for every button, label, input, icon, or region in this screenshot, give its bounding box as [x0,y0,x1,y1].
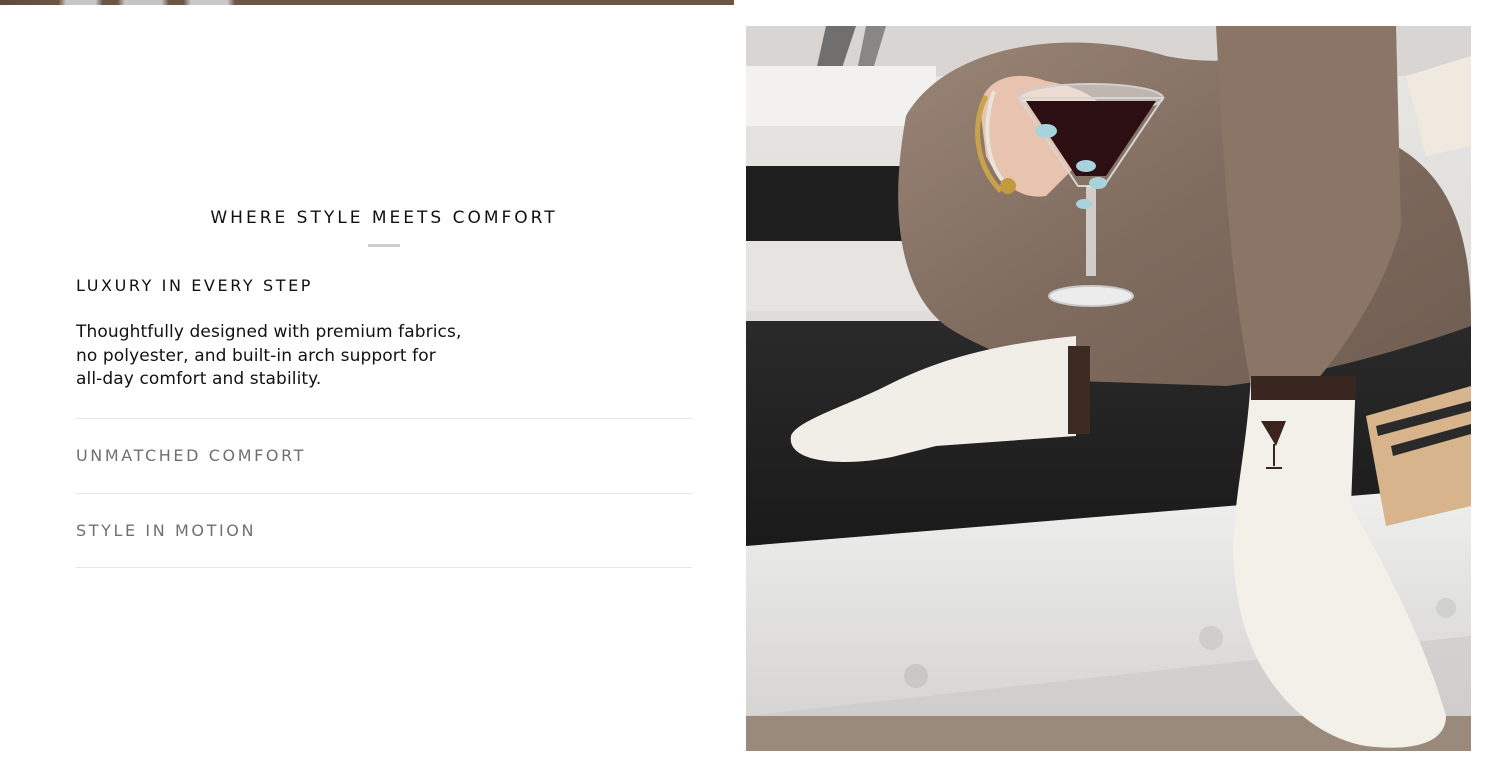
accordion-header-motion[interactable]: STYLE IN MOTION [76,521,692,540]
accordion-body-luxury: Thoughtfully designed with premium fabri… [76,322,462,389]
accordion-header-luxury[interactable]: LUXURY IN EVERY STEP [76,276,692,295]
section-title: WHERE STYLE MEETS COMFORT [210,208,558,228]
accordion-item-luxury: LUXURY IN EVERY STEP Thoughtfully design… [76,276,692,392]
accordion-header-comfort[interactable]: UNMATCHED COMFORT [76,446,692,465]
accordion-divider [76,493,692,494]
accordion-item-comfort: UNMATCHED COMFORT [76,446,692,465]
feature-text-panel: WHERE STYLE MEETS COMFORT LUXURY IN EVER… [0,0,746,765]
product-lifestyle-photo [746,26,1471,751]
accordion-divider [76,567,692,568]
accordion-divider [76,418,692,419]
accordion-item-motion: STYLE IN MOTION [76,521,692,540]
title-underline [368,244,400,247]
